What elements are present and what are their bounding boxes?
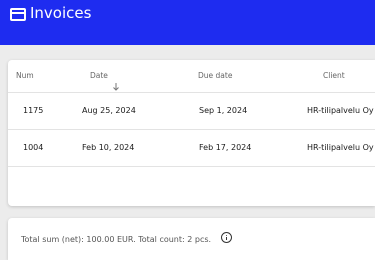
- table-row[interactable]: 1004 Feb 10, 2024 Feb 17, 2024 HR-tilipa…: [8, 129, 375, 166]
- info-icon[interactable]: [221, 232, 232, 243]
- app-bar: Invoices: [0, 0, 375, 45]
- table-empty-area: [8, 166, 375, 206]
- cell-due-date: Sep 1, 2024: [199, 106, 248, 115]
- cell-client: HR-tilipalvelu Oy: [307, 143, 374, 152]
- cell-date: Aug 25, 2024: [82, 106, 136, 115]
- column-header-date-label: Date: [90, 71, 108, 80]
- invoices-table: Num Date Due date Client 1175 Aug 25, 20…: [8, 60, 375, 206]
- column-header-date[interactable]: Date: [90, 60, 119, 92]
- cell-date: Feb 10, 2024: [82, 143, 135, 152]
- cell-num: 1175: [23, 106, 44, 115]
- cell-due-date: Feb 17, 2024: [199, 143, 252, 152]
- page-title: Invoices: [30, 4, 92, 22]
- cell-num: 1004: [23, 143, 44, 152]
- column-header-num[interactable]: Num: [16, 60, 34, 92]
- summary-text: Total sum (net): 100.00 EUR. Total count…: [21, 235, 212, 244]
- table-row[interactable]: 1175 Aug 25, 2024 Sep 1, 2024 HR-tilipal…: [8, 92, 375, 129]
- column-header-due-date[interactable]: Due date: [198, 60, 232, 92]
- arrow-down-icon[interactable]: [113, 73, 119, 91]
- credit-card-icon: [10, 8, 26, 21]
- summary-footer: Total sum (net): 100.00 EUR. Total count…: [8, 218, 375, 260]
- cell-client: HR-tilipalvelu Oy: [307, 106, 374, 115]
- column-header-client[interactable]: Client: [323, 60, 345, 92]
